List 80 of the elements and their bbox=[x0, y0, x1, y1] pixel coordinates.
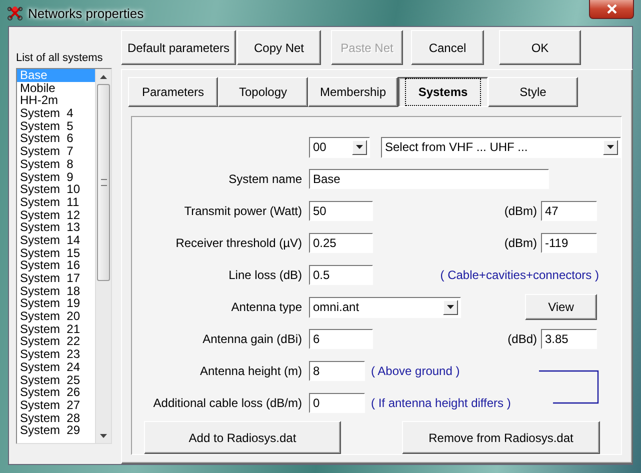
action-button[interactable]: Cancel bbox=[411, 30, 484, 65]
network-nodes-icon bbox=[7, 5, 23, 21]
unit-label: (dBd) bbox=[508, 332, 537, 346]
list-item[interactable]: System 13 bbox=[17, 221, 95, 234]
action-button[interactable]: Remove from Radiosys.dat bbox=[402, 421, 600, 454]
close-icon bbox=[606, 4, 616, 14]
field-label: Receiver threshold (µV) bbox=[174, 236, 303, 250]
list-item[interactable]: System 23 bbox=[17, 348, 95, 361]
dropdown-arrow-icon bbox=[356, 145, 363, 149]
tab[interactable]: Systems bbox=[398, 77, 488, 107]
channel-dropdown[interactable]: 00 bbox=[309, 136, 370, 158]
input-field[interactable]: 47 bbox=[541, 201, 597, 221]
field-label: Antenna height (m) bbox=[198, 364, 303, 378]
list-item[interactable]: System 14 bbox=[17, 234, 95, 247]
list-item[interactable]: System 22 bbox=[17, 335, 95, 348]
list-item[interactable]: System 17 bbox=[17, 272, 95, 285]
close-button[interactable] bbox=[589, 0, 634, 19]
input-field[interactable]: 6 bbox=[309, 329, 373, 349]
input-field[interactable]: 50 bbox=[309, 201, 373, 221]
list-item[interactable]: System 9 bbox=[17, 170, 95, 184]
up-arrow-icon bbox=[100, 74, 107, 78]
antenna-dropdown[interactable]: omni.ant bbox=[309, 296, 461, 318]
field-label: Antenna type bbox=[230, 300, 303, 314]
list-item[interactable]: System 8 bbox=[17, 158, 95, 170]
input-field[interactable]: 0.5 bbox=[309, 265, 373, 285]
tab[interactable]: Parameters bbox=[128, 77, 218, 107]
tab[interactable]: Style bbox=[488, 77, 578, 107]
list-label: List of all systems bbox=[16, 51, 104, 65]
list-item[interactable]: System 15 bbox=[17, 246, 95, 260]
tab[interactable]: Membership bbox=[308, 77, 398, 107]
list-item[interactable]: System 11 bbox=[17, 196, 95, 209]
input-field[interactable]: 8 bbox=[309, 361, 365, 381]
field-label: Line loss (dB) bbox=[228, 268, 303, 282]
down-arrow-icon bbox=[100, 434, 107, 438]
list-item[interactable]: System 19 bbox=[17, 297, 95, 310]
input-field[interactable]: 0 bbox=[309, 393, 365, 413]
action-button[interactable]: Add to Radiosys.dat bbox=[144, 421, 341, 454]
list-item[interactable]: HH-2m bbox=[17, 94, 95, 108]
list-item[interactable]: Mobile bbox=[17, 82, 95, 94]
list-item[interactable]: System 18 bbox=[17, 284, 95, 298]
list-item[interactable]: System 24 bbox=[17, 360, 95, 374]
list-item[interactable]: System 12 bbox=[17, 208, 95, 222]
input-field[interactable]: 0.25 bbox=[309, 233, 373, 253]
field-label: Antenna gain (dBi) bbox=[202, 332, 303, 346]
scrollbar[interactable] bbox=[95, 69, 111, 443]
action-button[interactable]: Copy Net bbox=[237, 30, 321, 65]
action-button[interactable]: Default parameters bbox=[121, 30, 236, 65]
unit-label: (dBm) bbox=[504, 204, 537, 218]
list-item[interactable]: System 28 bbox=[17, 412, 95, 424]
input-field[interactable]: 3.85 bbox=[541, 329, 597, 349]
list-item[interactable]: System 26 bbox=[17, 386, 95, 399]
view-button[interactable]: View bbox=[525, 294, 597, 320]
window-title: Networks properties bbox=[28, 6, 144, 20]
input-field[interactable]: Base bbox=[309, 169, 549, 189]
tab[interactable]: Topology bbox=[218, 77, 308, 107]
input-field[interactable]: -119 bbox=[541, 233, 597, 253]
list-item[interactable]: System 16 bbox=[17, 259, 95, 272]
list-item[interactable]: System 21 bbox=[17, 322, 95, 336]
hint-text: ( If antenna height differs ) bbox=[371, 396, 511, 410]
list-item[interactable]: System 7 bbox=[17, 145, 95, 158]
bracket-line bbox=[539, 370, 599, 404]
list-item[interactable]: System 10 bbox=[17, 183, 95, 196]
list-item[interactable]: System 5 bbox=[17, 120, 95, 132]
list-item[interactable]: System 25 bbox=[17, 374, 95, 386]
list-item[interactable]: System 4 bbox=[17, 107, 95, 120]
unit-label: (dBm) bbox=[504, 236, 537, 250]
list-item[interactable]: System 20 bbox=[17, 310, 95, 323]
hint-text: ( Cable+cavities+connectors ) bbox=[440, 268, 599, 282]
action-button[interactable]: OK bbox=[499, 30, 581, 65]
band-dropdown[interactable]: Select from VHF ... UHF ... bbox=[381, 136, 621, 158]
field-label: System name bbox=[228, 172, 303, 186]
field-label: Transmit power (Watt) bbox=[183, 204, 303, 218]
field-label: Additional cable loss (dB/m) bbox=[152, 396, 303, 410]
list-item[interactable]: System 29 bbox=[17, 424, 95, 437]
hint-text: ( Above ground ) bbox=[371, 364, 460, 378]
scroll-thumb[interactable] bbox=[97, 84, 110, 281]
dropdown-arrow-icon bbox=[447, 305, 454, 309]
dropdown-arrow-icon bbox=[607, 145, 614, 149]
list-item[interactable]: System 27 bbox=[17, 398, 95, 412]
list-item[interactable]: System 6 bbox=[17, 132, 95, 146]
